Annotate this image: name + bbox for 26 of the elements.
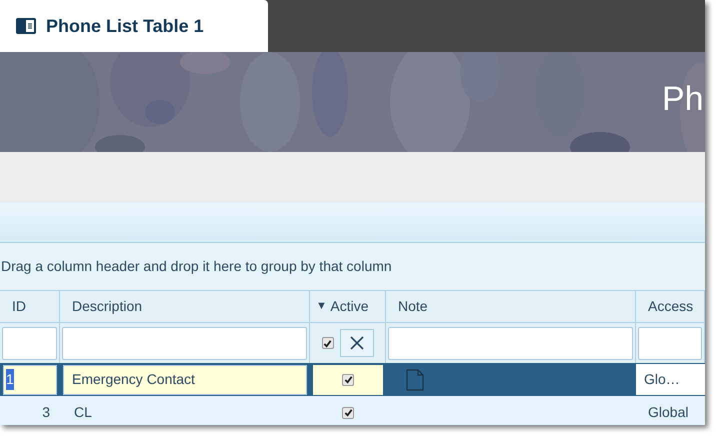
filter-field[interactable] [388,326,633,360]
column-header[interactable]: Access [636,291,705,323]
tab[interactable]: Phone List Table 1 [0,0,268,52]
clear-button[interactable] [340,329,374,357]
table-cell-text: Global [648,403,688,422]
banner-title: Ph [662,82,704,116]
description-field[interactable]: Emergency Contact [63,364,307,394]
document-icon[interactable] [406,368,424,390]
group-hint: Drag a column header and drop it here to group by that column [1,257,392,276]
checkbox[interactable] [322,337,334,349]
checkbox[interactable] [342,374,354,386]
column-header[interactable]: ▼ Active [310,291,386,323]
selected-row[interactable]: 1 Emergency Contact Glo… [0,363,705,396]
close-icon [348,335,364,351]
column-header[interactable]: Description [60,291,310,323]
access-field[interactable]: Glo… [636,364,705,395]
checkbox[interactable] [342,406,354,418]
column-header[interactable]: ID [0,291,60,323]
filter-field[interactable] [2,326,57,360]
book-icon [16,18,36,34]
id-field[interactable]: 1 [3,364,57,394]
filter-field[interactable] [62,326,307,360]
filter-field[interactable] [638,326,702,360]
column-header[interactable]: Note [386,291,636,323]
table-cell-text: CL [74,403,92,422]
table-cell-text: 3 [42,403,50,422]
